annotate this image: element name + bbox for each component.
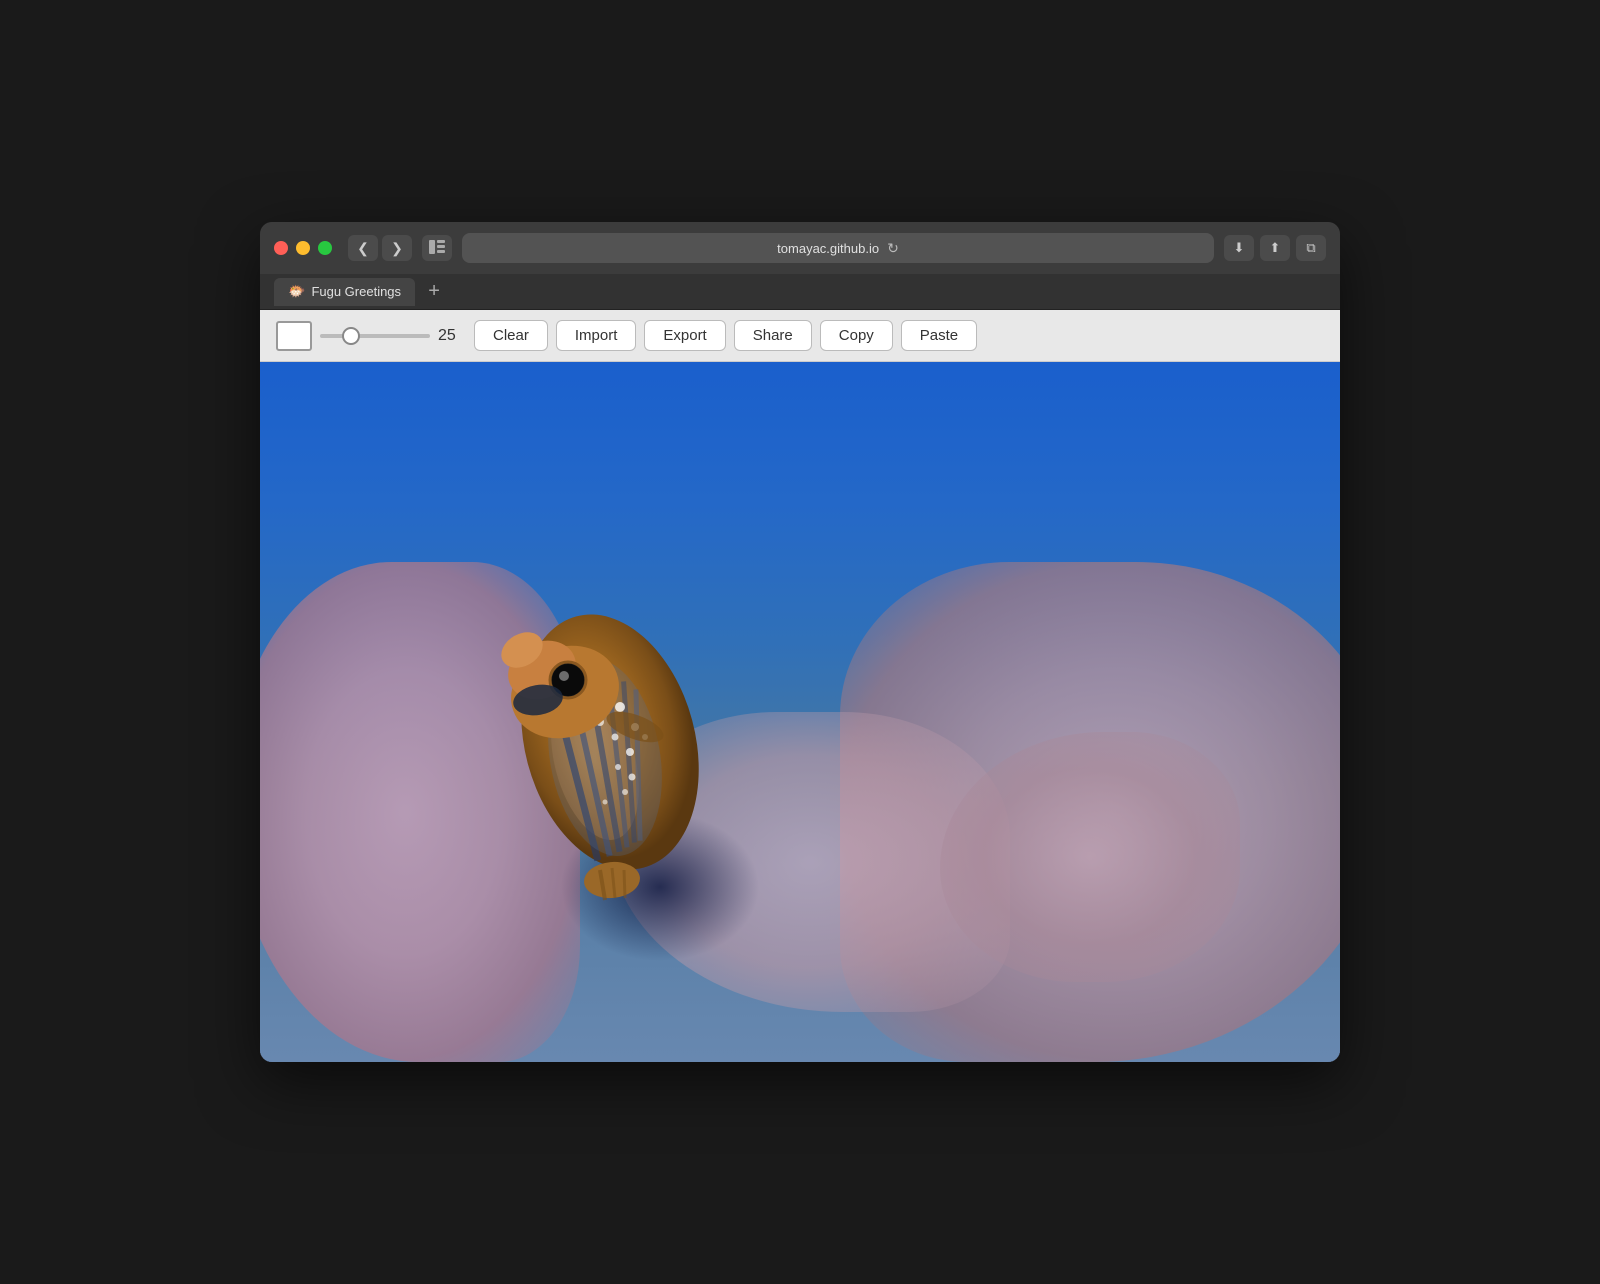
export-button[interactable]: Export <box>644 320 725 351</box>
tab-title: Fugu Greetings <box>311 284 401 299</box>
download-icon: ⬇ <box>1234 240 1245 256</box>
content-area: 25 Clear Import Export Share Copy Paste <box>260 310 1340 1062</box>
import-button[interactable]: Import <box>556 320 637 351</box>
close-button[interactable] <box>274 241 288 255</box>
forward-icon: ❯ <box>391 240 403 257</box>
sidebar-icon <box>429 240 445 257</box>
maximize-button[interactable] <box>318 241 332 255</box>
browser-actions: ⬇ ⬆ ⧉ <box>1224 235 1326 261</box>
tabs-icon: ⧉ <box>1306 240 1315 256</box>
fish-scene <box>260 362 1340 1062</box>
title-bar: ❮ ❯ tomayac.github.io ↻ <box>260 222 1340 274</box>
traffic-lights <box>274 241 332 255</box>
share-button[interactable]: Share <box>734 320 812 351</box>
tab-favicon: 🐡 <box>288 283 305 300</box>
canvas-area[interactable] <box>260 362 1340 1062</box>
back-icon: ❮ <box>357 240 369 257</box>
reload-icon: ↻ <box>887 240 899 257</box>
nav-buttons: ❮ ❯ <box>348 235 412 261</box>
tabs-button[interactable]: ⧉ <box>1296 235 1326 261</box>
app-toolbar: 25 Clear Import Export Share Copy Paste <box>260 310 1340 362</box>
copy-button[interactable]: Copy <box>820 320 893 351</box>
download-button[interactable]: ⬇ <box>1224 235 1254 261</box>
paste-button[interactable]: Paste <box>901 320 977 351</box>
active-tab[interactable]: 🐡 Fugu Greetings <box>274 278 415 306</box>
fish <box>460 562 740 942</box>
share-browser-icon: ⬆ <box>1270 240 1281 256</box>
clear-button[interactable]: Clear <box>474 320 548 351</box>
color-picker[interactable] <box>276 321 312 351</box>
brush-size-slider[interactable] <box>320 334 430 338</box>
forward-button[interactable]: ❯ <box>382 235 412 261</box>
share-browser-button[interactable]: ⬆ <box>1260 235 1290 261</box>
address-bar[interactable]: tomayac.github.io ↻ <box>462 233 1214 263</box>
browser-window: ❮ ❯ tomayac.github.io ↻ <box>260 222 1340 1062</box>
tab-bar: 🐡 Fugu Greetings + <box>260 274 1340 310</box>
back-button[interactable]: ❮ <box>348 235 378 261</box>
new-tab-button[interactable]: + <box>421 279 447 305</box>
minimize-button[interactable] <box>296 241 310 255</box>
plus-icon: + <box>428 280 440 303</box>
brush-size-value: 25 <box>438 327 466 345</box>
url-text: tomayac.github.io <box>777 241 879 256</box>
sidebar-toggle-button[interactable] <box>422 235 452 261</box>
reload-button[interactable]: ↻ <box>887 240 899 257</box>
